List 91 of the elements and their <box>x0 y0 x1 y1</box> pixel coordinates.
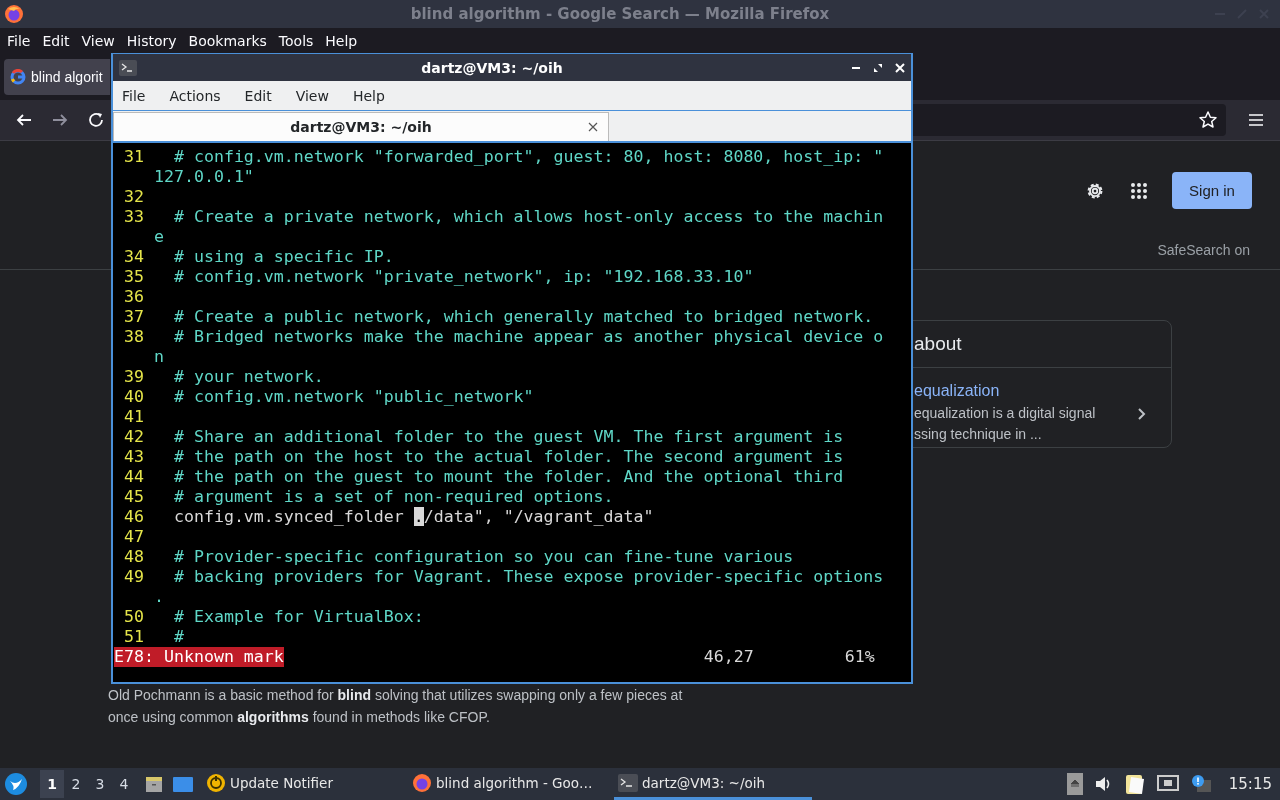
line-number: 40 <box>123 387 144 407</box>
chevron-right-icon[interactable] <box>1137 406 1147 421</box>
menu-item[interactable]: History <box>126 33 177 49</box>
menu-item[interactable]: File <box>7 33 31 49</box>
close-icon[interactable] <box>588 122 598 132</box>
menu-item[interactable]: Edit <box>244 87 272 104</box>
browser-tab[interactable]: blind algorit <box>4 59 110 95</box>
line-number: 44 <box>123 467 144 487</box>
code-comment: # the path on the guest to mount the folder. And the optional third <box>172 467 845 487</box>
taskbar-button[interactable]: Update Notifier <box>202 768 400 800</box>
code-comment: # config.vm.network "public_network" <box>172 387 535 407</box>
line-number: 31 <box>123 147 144 167</box>
line-number: 32 <box>123 187 144 207</box>
error-message: E78: Unknown mark <box>114 647 284 667</box>
cursor-position: 46,27 <box>703 647 754 667</box>
line-number: 48 <box>123 547 144 567</box>
result-snippet: ssing technique in ... <box>914 425 1042 444</box>
result-snippet: equalization is a digital signal <box>914 404 1096 423</box>
window-icon[interactable] <box>172 774 194 794</box>
line-number: 47 <box>123 527 144 547</box>
line-number: 36 <box>123 287 144 307</box>
menu-item[interactable]: View <box>295 87 329 104</box>
code-comment: # argument is a set of non-required options. <box>172 487 615 507</box>
firefox-logo-icon <box>4 4 24 24</box>
code-comment: # using a specific IP. <box>172 247 395 267</box>
code-comment: # config.vm.network "forwarded_port", guest: 80, host: 8080, host_ip: "127.0.0.1" <box>153 147 885 187</box>
line-number: 35 <box>123 267 144 287</box>
clock: 15:15 <box>1228 775 1272 793</box>
menu-item[interactable]: Help <box>352 87 385 104</box>
reload-icon[interactable] <box>87 111 105 129</box>
code-comment: # Create a private network, which allows host-only access to the machine <box>153 207 885 247</box>
taskbar-button[interactable]: blind algorithm - Goo… <box>408 768 606 800</box>
menu-icon[interactable] <box>1248 113 1264 127</box>
line-number: 34 <box>123 247 144 267</box>
eject-icon[interactable] <box>1066 773 1083 795</box>
line-number: 46 <box>123 507 144 527</box>
start-menu-icon[interactable] <box>4 772 28 796</box>
code-comment: # <box>172 627 185 647</box>
code-comment: # Provider-specific configuration so you can fine-tune various <box>172 547 795 567</box>
file-manager-icon[interactable] <box>144 774 164 794</box>
line-number: 39 <box>123 367 144 387</box>
panel-heading: about <box>914 333 962 355</box>
workspace-button[interactable]: 3 <box>88 770 112 798</box>
google-g-icon <box>10 69 26 85</box>
line-number: 50 <box>123 607 144 627</box>
taskbar-button[interactable]: dartz@VM3: ~/oih <box>614 768 812 800</box>
workspace-button[interactable]: 2 <box>64 770 88 798</box>
line-number: 33 <box>123 207 144 227</box>
code-comment: # Example for VirtualBox: <box>172 607 425 627</box>
line-number: 37 <box>123 307 144 327</box>
code-comment: # Share an additional folder to the guest VM. The first argument is <box>172 427 845 447</box>
line-number: 41 <box>123 407 144 427</box>
clipboard-icon[interactable] <box>1124 773 1145 795</box>
result-snippet: Old Pochmann is a basic method for blind solving that utilizes swapping only a few pieces at once using common algorithms found in methods like CFOP. <box>108 686 684 727</box>
line-number: 51 <box>123 627 144 647</box>
terminal-icon <box>618 773 638 792</box>
firefox-logo-icon <box>412 772 432 793</box>
line-number: 38 <box>123 327 144 347</box>
line-number: 49 <box>123 567 144 587</box>
line-number: 42 <box>123 427 144 447</box>
menu-item[interactable]: View <box>81 33 115 49</box>
star-icon[interactable] <box>1198 110 1218 130</box>
menu-item[interactable]: Help <box>325 33 358 49</box>
line-number: 45 <box>123 487 144 507</box>
terminal-icon <box>119 59 137 76</box>
sign-in-button[interactable]: Sign in <box>1172 172 1252 209</box>
apps-grid-icon[interactable] <box>1130 181 1148 200</box>
menu-item[interactable]: Bookmarks <box>188 33 267 49</box>
terminal-tab[interactable]: dartz@VM3: ~/oih <box>113 112 609 141</box>
window-title: blind algorithm - Google Search — Mozilla Firefox <box>409 5 831 23</box>
code-comment: # Create a public network, which generally matched to bridged network. <box>172 307 875 327</box>
code-line: config.vm.synced_folder ./data", "/vagrant_data" <box>172 507 655 527</box>
workspace-button[interactable]: 1 <box>40 770 64 798</box>
window-title: dartz@VM3: ~/oih <box>420 59 564 76</box>
menu-item[interactable]: Tools <box>278 33 314 49</box>
safesearch-label[interactable]: SafeSearch on <box>1157 242 1250 258</box>
line-number: 43 <box>123 447 144 467</box>
menu-item[interactable]: Edit <box>42 33 70 49</box>
code-comment: # backing providers for Vagrant. These expose provider-specific options. <box>153 567 885 607</box>
scroll-percent: 61% <box>844 647 875 667</box>
workspace-button[interactable]: 4 <box>112 770 136 798</box>
notification-icon[interactable] <box>1190 774 1211 794</box>
code-comment: # Bridged networks make the machine appear as another physical device on <box>153 327 885 367</box>
network-icon[interactable] <box>1156 775 1179 793</box>
code-comment: # config.vm.network "private_network", ip: "192.168.33.10" <box>172 267 755 287</box>
code-comment: # the path on the host to the actual folder. The second argument is <box>172 447 845 467</box>
update-icon <box>206 772 226 793</box>
result-link[interactable]: equalization <box>914 382 1000 400</box>
menu-item[interactable]: Actions <box>169 87 221 104</box>
menu-item[interactable]: File <box>122 87 146 104</box>
code-comment: # your network. <box>172 367 325 387</box>
